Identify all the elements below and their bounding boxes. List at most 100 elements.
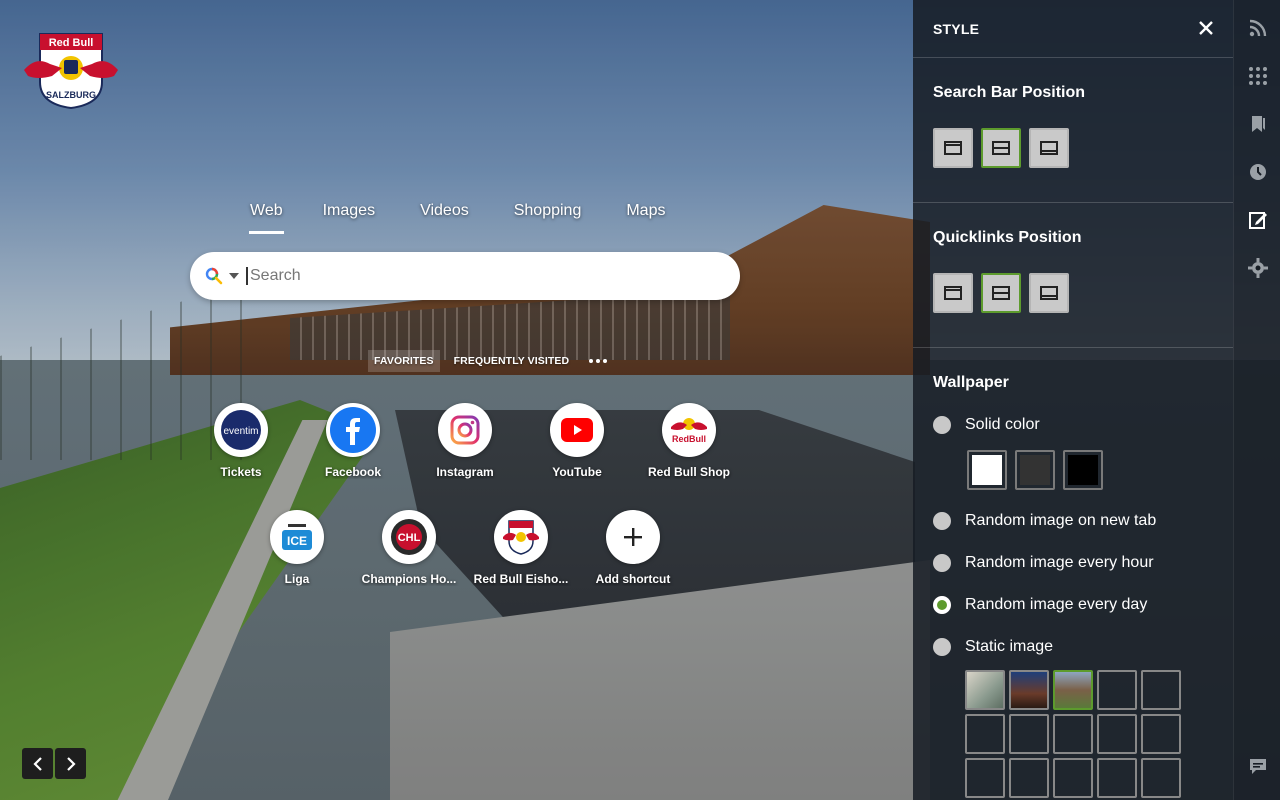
panel-title: STYLE: [933, 20, 980, 37]
svg-text:RedBull: RedBull: [672, 434, 706, 444]
svg-text:ICE: ICE: [287, 534, 307, 548]
tile-label: Champions Ho...: [361, 572, 457, 586]
layout-top-icon: [944, 141, 962, 155]
wallpaper-thumbnail[interactable]: [965, 758, 1005, 798]
search-bar-position-section: Search Bar Position: [913, 58, 1233, 203]
quicklink-tile[interactable]: Instagram: [415, 403, 515, 479]
wallpaper-thumbnail[interactable]: [1009, 670, 1049, 710]
wallpaper-thumbnail[interactable]: [1141, 714, 1181, 754]
quicklink-tile[interactable]: RedBull Red Bull Shop: [639, 403, 739, 479]
svg-text:SALZBURG: SALZBURG: [46, 90, 96, 100]
swatch-white[interactable]: [967, 450, 1007, 490]
tab-images[interactable]: Images: [323, 200, 375, 234]
chevron-right-icon: [66, 756, 76, 771]
tab-videos[interactable]: Videos: [420, 200, 469, 234]
wallpaper-option-random-day[interactable]: Random image every day: [933, 596, 1213, 614]
bookmark-icon[interactable]: [1248, 114, 1268, 134]
wallpaper-option-random-hour[interactable]: Random image every hour: [933, 554, 1213, 572]
section-heading: Search Bar Position: [933, 84, 1086, 101]
quicklink-tile[interactable]: YouTube: [527, 403, 627, 479]
radio-button[interactable]: [933, 554, 951, 572]
apps-grid-icon[interactable]: [1248, 66, 1268, 86]
chevron-down-icon: [229, 273, 239, 279]
quicklink-tile[interactable]: eventim Tickets: [191, 403, 291, 479]
tab-shopping[interactable]: Shopping: [514, 200, 582, 234]
option-label: Solid color: [965, 416, 1040, 433]
wallpaper-thumbnail-selected[interactable]: [1053, 670, 1093, 710]
redbull-shop-icon: RedBull: [662, 403, 716, 457]
radio-button-selected[interactable]: [933, 596, 951, 614]
brand-logo[interactable]: Red Bull SALZBURG: [22, 30, 120, 110]
tab-web[interactable]: Web: [249, 200, 284, 234]
option-label: Random image every hour: [965, 554, 1154, 571]
rss-icon[interactable]: [1248, 18, 1268, 38]
wallpaper-thumbnails: [965, 670, 1213, 798]
previous-wallpaper-button[interactable]: [22, 748, 53, 779]
tab-frequently-visited[interactable]: FREQUENTLY VISITED: [448, 350, 576, 372]
wallpaper-thumbnail[interactable]: [1141, 670, 1181, 710]
swatch-dark-gray[interactable]: [1015, 450, 1055, 490]
liga-icon: ICE: [270, 510, 324, 564]
svg-text:eventim: eventim: [223, 426, 258, 437]
wallpaper-thumbnail[interactable]: [965, 670, 1005, 710]
solid-color-swatches: [967, 450, 1213, 490]
quicklinks-position-section: Quicklinks Position: [913, 203, 1233, 348]
wallpaper-thumbnail[interactable]: [1097, 758, 1137, 798]
style-edit-icon[interactable]: [1248, 210, 1268, 230]
settings-gear-icon[interactable]: [1248, 258, 1268, 278]
wallpaper-option-static-image[interactable]: Static image: [933, 638, 1213, 656]
wallpaper-option-random-new-tab[interactable]: Random image on new tab: [933, 512, 1213, 530]
position-bottom-button[interactable]: [1029, 128, 1069, 168]
radio-button[interactable]: [933, 416, 951, 434]
search-bar-position-options: [933, 128, 1213, 202]
position-middle-button[interactable]: [981, 273, 1021, 313]
wallpaper-thumbnail[interactable]: [1097, 714, 1137, 754]
chl-icon: CHL: [382, 510, 436, 564]
tab-favorites[interactable]: FAVORITES: [368, 350, 440, 372]
chevron-left-icon: [32, 756, 42, 771]
wallpaper-thumbnail[interactable]: [1097, 670, 1137, 710]
right-sidebar-rail: [1233, 0, 1280, 800]
facebook-icon: [326, 403, 380, 457]
tile-label: Instagram: [436, 465, 494, 479]
search-engine-selector[interactable]: [190, 252, 246, 300]
tab-maps[interactable]: Maps: [626, 200, 665, 234]
search-icon: [205, 267, 223, 285]
wallpaper-thumbnail[interactable]: [1053, 714, 1093, 754]
option-label: Random image every day: [965, 596, 1148, 613]
wallpaper-thumbnail[interactable]: [1009, 758, 1049, 798]
radio-button[interactable]: [933, 638, 951, 656]
history-icon[interactable]: [1248, 162, 1268, 182]
search-input[interactable]: [246, 267, 716, 285]
quicklink-tile[interactable]: Red Bull Eisho...: [471, 510, 571, 586]
position-bottom-button[interactable]: [1029, 273, 1069, 313]
wallpaper-thumbnail[interactable]: [965, 714, 1005, 754]
option-label: Random image on new tab: [965, 512, 1157, 529]
position-top-button[interactable]: [933, 273, 973, 313]
layout-middle-icon: [992, 286, 1010, 300]
position-top-button[interactable]: [933, 128, 973, 168]
swatch-black[interactable]: [1063, 450, 1103, 490]
quicklink-tile[interactable]: Facebook: [303, 403, 403, 479]
instagram-icon: [438, 403, 492, 457]
option-label: Static image: [965, 638, 1054, 655]
feedback-icon[interactable]: [1248, 756, 1268, 776]
section-heading: Quicklinks Position: [933, 229, 1082, 246]
search-bar: [190, 252, 740, 300]
wallpaper-thumbnail[interactable]: [1141, 758, 1181, 798]
svg-text:Red Bull: Red Bull: [49, 37, 94, 49]
quicklink-tile[interactable]: ICE Liga: [247, 510, 347, 586]
wallpaper-option-solid-color[interactable]: Solid color: [933, 416, 1213, 434]
position-middle-button[interactable]: [981, 128, 1021, 168]
wallpaper-thumbnail[interactable]: [1009, 714, 1049, 754]
quicklinks-tabs: FAVORITES FREQUENTLY VISITED: [368, 350, 608, 372]
quicklink-tile[interactable]: CHL Champions Ho...: [359, 510, 459, 586]
more-options-icon[interactable]: [589, 359, 608, 363]
wallpaper-thumbnail[interactable]: [1053, 758, 1093, 798]
quicklinks-position-options: [933, 273, 1213, 347]
radio-button[interactable]: [933, 512, 951, 530]
add-shortcut-tile[interactable]: Add shortcut: [583, 510, 683, 586]
next-wallpaper-button[interactable]: [55, 748, 86, 779]
close-icon[interactable]: [1199, 19, 1213, 39]
layout-middle-icon: [992, 141, 1010, 155]
